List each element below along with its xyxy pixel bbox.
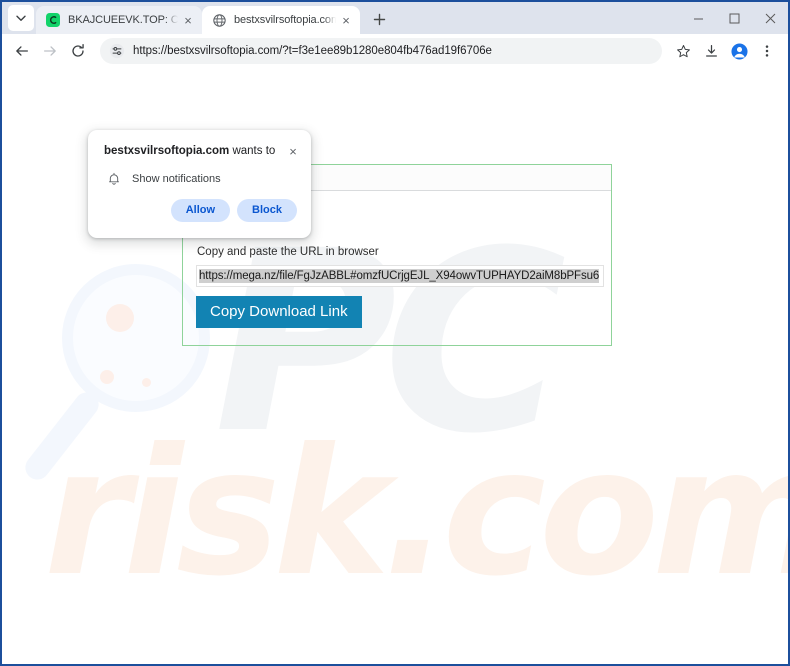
three-dots-vertical-icon bbox=[765, 45, 769, 57]
tab-search-button[interactable] bbox=[8, 5, 34, 31]
new-tab-button[interactable] bbox=[366, 6, 392, 32]
notification-permission-dialog: bestxsvilrsoftopia.com wants to × Show n… bbox=[88, 130, 311, 238]
watermark-dot bbox=[100, 370, 114, 384]
downloads-button[interactable] bbox=[698, 38, 724, 64]
minimize-icon bbox=[693, 18, 703, 19]
maximize-button[interactable] bbox=[716, 2, 752, 34]
forward-button[interactable] bbox=[36, 37, 64, 65]
close-window-button[interactable] bbox=[752, 2, 788, 34]
back-button[interactable] bbox=[8, 37, 36, 65]
close-icon bbox=[765, 13, 775, 23]
reload-icon bbox=[72, 44, 84, 57]
watermark-dot bbox=[106, 304, 134, 332]
chrome-menu-button[interactable] bbox=[754, 38, 780, 64]
chevron-down-icon bbox=[16, 15, 26, 21]
permission-option-label: Show notifications bbox=[132, 173, 221, 185]
plus-icon bbox=[373, 13, 385, 25]
block-button[interactable]: Block bbox=[237, 199, 297, 222]
download-url-input[interactable]: https://mega.nz/file/FgJzABBL#omzfUCrjgE… bbox=[196, 265, 604, 287]
maximize-icon bbox=[729, 13, 739, 23]
tab-strip: BKAJCUEEVK.TOP: Crypto Casin × bestxsvil… bbox=[2, 2, 788, 34]
copy-download-link-button[interactable]: Copy Download Link bbox=[196, 296, 362, 328]
tune-settings-icon[interactable] bbox=[108, 42, 126, 60]
tab-close-icon[interactable]: × bbox=[180, 12, 196, 28]
browser-toolbar: https://bestxsvilrsoftopia.com/?t=f3e1ee… bbox=[2, 34, 788, 68]
avatar-icon bbox=[730, 42, 748, 60]
tab-title: BKAJCUEEVK.TOP: Crypto Casin bbox=[68, 14, 178, 26]
address-bar[interactable]: https://bestxsvilrsoftopia.com/?t=f3e1ee… bbox=[100, 38, 662, 64]
window-controls bbox=[680, 2, 788, 34]
star-icon bbox=[676, 44, 690, 57]
bell-icon bbox=[106, 171, 122, 187]
arrow-right-icon bbox=[44, 46, 56, 56]
green-square-favicon bbox=[45, 12, 61, 28]
arrow-left-icon bbox=[16, 46, 28, 56]
minimize-button[interactable] bbox=[680, 2, 716, 34]
tab-bestxsvilrsoftopia[interactable]: bestxsvilrsoftopia.com/?t=f3e1e × bbox=[202, 6, 360, 34]
allow-button[interactable]: Allow bbox=[170, 199, 231, 222]
instruction-label: Copy and paste the URL in browser bbox=[197, 246, 379, 258]
profile-button[interactable] bbox=[726, 38, 752, 64]
url-text: https://bestxsvilrsoftopia.com/?t=f3e1ee… bbox=[133, 45, 492, 57]
permission-title-suffix: wants to bbox=[229, 145, 276, 157]
permission-title-row: bestxsvilrsoftopia.com wants to × bbox=[88, 130, 311, 159]
reload-button[interactable] bbox=[64, 37, 92, 65]
tab-close-icon[interactable]: × bbox=[338, 12, 354, 28]
permission-title: bestxsvilrsoftopia.com wants to bbox=[104, 144, 285, 158]
page-viewport: PC risk.com y... s: 2025 Copy and paste … bbox=[2, 68, 788, 664]
tab-title: bestxsvilrsoftopia.com/?t=f3e1e bbox=[234, 14, 336, 26]
watermark-dot bbox=[142, 378, 151, 387]
permission-domain: bestxsvilrsoftopia.com bbox=[104, 145, 230, 157]
watermark-secondary-text: risk.com bbox=[44, 412, 788, 615]
permission-option-row: Show notifications bbox=[88, 159, 311, 187]
download-icon bbox=[705, 44, 717, 57]
globe-favicon bbox=[211, 12, 227, 28]
permission-close-button[interactable]: × bbox=[285, 143, 301, 159]
magnifier-handle-icon bbox=[20, 387, 104, 485]
browser-window: BKAJCUEEVK.TOP: Crypto Casin × bestxsvil… bbox=[0, 0, 790, 666]
download-url-text: https://mega.nz/file/FgJzABBL#omzfUCrjgE… bbox=[199, 269, 600, 283]
bookmark-button[interactable] bbox=[670, 38, 696, 64]
tab-bkajcueevk[interactable]: BKAJCUEEVK.TOP: Crypto Casin × bbox=[36, 6, 202, 34]
permission-actions: Allow Block bbox=[88, 187, 311, 222]
